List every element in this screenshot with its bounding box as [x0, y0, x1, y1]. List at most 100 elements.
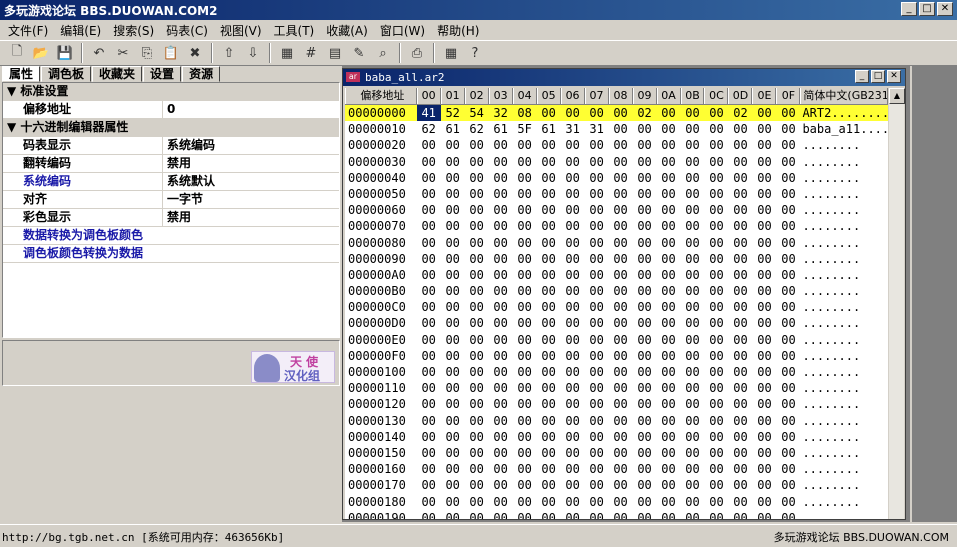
hex-byte[interactable]: 00	[513, 413, 537, 429]
hex-byte[interactable]: 00	[681, 251, 705, 267]
hex-byte[interactable]: 00	[657, 315, 681, 331]
hex-byte[interactable]: 00	[752, 396, 776, 412]
hex-byte[interactable]: 00	[561, 235, 585, 251]
hex-byte[interactable]: 00	[489, 510, 513, 519]
hex-byte[interactable]: 00	[705, 396, 729, 412]
hex-byte[interactable]: 00	[705, 477, 729, 493]
hex-byte[interactable]: 00	[752, 137, 776, 153]
hex-byte[interactable]: 00	[417, 445, 441, 461]
hex-byte[interactable]: 00	[489, 429, 513, 445]
hex-byte[interactable]: 00	[752, 348, 776, 364]
hex-byte[interactable]: 00	[681, 218, 705, 234]
hex-byte[interactable]: 00	[441, 218, 465, 234]
hex-byte[interactable]: 00	[776, 170, 800, 186]
hex-byte[interactable]: 00	[752, 121, 776, 137]
hex-byte[interactable]: 00	[441, 267, 465, 283]
hex-byte[interactable]: 00	[633, 186, 657, 202]
hex-byte[interactable]: 00	[681, 283, 705, 299]
hex-byte[interactable]: 00	[609, 332, 633, 348]
hex-byte[interactable]: 00	[561, 445, 585, 461]
row-text[interactable]: ART2........	[800, 105, 888, 121]
menu-item[interactable]: 搜索(S)	[107, 20, 160, 39]
hex-byte[interactable]: 00	[609, 267, 633, 283]
hex-byte[interactable]: 00	[561, 364, 585, 380]
hex-byte[interactable]: 00	[441, 137, 465, 153]
hex-byte[interactable]: 00	[417, 315, 441, 331]
hex-byte[interactable]: 00	[489, 461, 513, 477]
hex-byte[interactable]: 00	[537, 429, 561, 445]
paste-icon[interactable]: 📋	[160, 42, 182, 64]
edit-icon[interactable]: ✎	[348, 42, 370, 64]
hex-byte[interactable]: 31	[561, 121, 585, 137]
hex-byte[interactable]: 00	[489, 348, 513, 364]
hex-byte[interactable]: 00	[513, 396, 537, 412]
open-icon[interactable]: 📂	[30, 42, 52, 64]
hex-byte[interactable]: 00	[728, 364, 752, 380]
hex-byte[interactable]: 00	[489, 235, 513, 251]
hex-byte[interactable]: 00	[633, 380, 657, 396]
hex-byte[interactable]: 00	[776, 461, 800, 477]
hex-byte[interactable]: 00	[417, 494, 441, 510]
row-text[interactable]: ........	[800, 494, 888, 510]
property-action[interactable]: 数据转换为调色板颜色	[3, 227, 339, 245]
hex-byte[interactable]: 00	[609, 251, 633, 267]
hex-byte[interactable]: 00	[585, 413, 609, 429]
menu-item[interactable]: 视图(V)	[214, 20, 268, 39]
hex-icon[interactable]: #	[300, 42, 322, 64]
hex-byte[interactable]: 00	[752, 332, 776, 348]
property-value[interactable]: 系统编码	[163, 137, 215, 154]
hex-byte[interactable]: 00	[728, 121, 752, 137]
hex-byte[interactable]: 00	[752, 477, 776, 493]
hex-byte[interactable]: 00	[513, 477, 537, 493]
hex-byte[interactable]: 00	[705, 218, 729, 234]
hex-byte[interactable]: 00	[537, 299, 561, 315]
row-text[interactable]: ........	[800, 315, 888, 331]
hex-byte[interactable]: 00	[609, 186, 633, 202]
row-text[interactable]: ........	[800, 137, 888, 153]
hex-byte[interactable]: 00	[441, 494, 465, 510]
menu-item[interactable]: 工具(T)	[268, 20, 321, 39]
hex-byte[interactable]: 00	[681, 494, 705, 510]
hex-row[interactable]: 000000C0 00 00 00 00 00 00 00 00 00 00 00 00 00 00 00 00…	[345, 299, 888, 315]
property-value[interactable]: 禁用	[163, 155, 191, 172]
hex-byte[interactable]: 00	[561, 461, 585, 477]
hex-byte[interactable]: 00	[609, 364, 633, 380]
hex-byte[interactable]: 00	[513, 235, 537, 251]
hex-byte[interactable]: 00	[681, 413, 705, 429]
property-group[interactable]: ▼ 标准设置	[3, 83, 339, 101]
hex-byte[interactable]: 00	[657, 364, 681, 380]
hex-byte[interactable]: 00	[561, 429, 585, 445]
hex-byte[interactable]: 00	[681, 348, 705, 364]
import-icon[interactable]: ⇧	[218, 42, 240, 64]
table-icon[interactable]: ▤	[324, 42, 346, 64]
hex-byte[interactable]: 31	[585, 121, 609, 137]
row-text[interactable]: ........	[800, 461, 888, 477]
hex-byte[interactable]: 00	[513, 202, 537, 218]
row-text[interactable]: ........	[800, 348, 888, 364]
hex-byte[interactable]: 00	[465, 267, 489, 283]
hex-byte[interactable]: 00	[609, 461, 633, 477]
hex-byte[interactable]: 00	[585, 202, 609, 218]
hex-byte[interactable]: 00	[441, 251, 465, 267]
hex-byte[interactable]: 00	[489, 413, 513, 429]
tab-4[interactable]: 资源	[182, 66, 221, 82]
hex-row[interactable]: 00000030 00 00 00 00 00 00 00 00 00 00 00 00 00 00 00 00…	[345, 154, 888, 170]
hex-byte[interactable]: 00	[609, 170, 633, 186]
hex-byte[interactable]: 00	[585, 235, 609, 251]
hex-byte[interactable]: 00	[585, 267, 609, 283]
hex-byte[interactable]: 00	[585, 445, 609, 461]
hex-byte[interactable]: 00	[681, 461, 705, 477]
hex-byte[interactable]: 00	[728, 299, 752, 315]
hex-byte[interactable]: 00	[513, 315, 537, 331]
hex-byte[interactable]: 00	[776, 332, 800, 348]
hex-byte[interactable]: 00	[705, 251, 729, 267]
hex-byte[interactable]: 00	[752, 105, 776, 121]
hex-row[interactable]: 00000130 00 00 00 00 00 00 00 00 00 00 00 00 00 00 00 00…	[345, 413, 888, 429]
row-text[interactable]: ........	[800, 396, 888, 412]
row-text[interactable]: ........	[800, 154, 888, 170]
hex-byte[interactable]: 00	[681, 154, 705, 170]
hex-byte[interactable]: 00	[441, 510, 465, 519]
hex-byte[interactable]: 00	[728, 429, 752, 445]
hex-byte[interactable]: 00	[681, 121, 705, 137]
hex-byte[interactable]: 00	[657, 494, 681, 510]
